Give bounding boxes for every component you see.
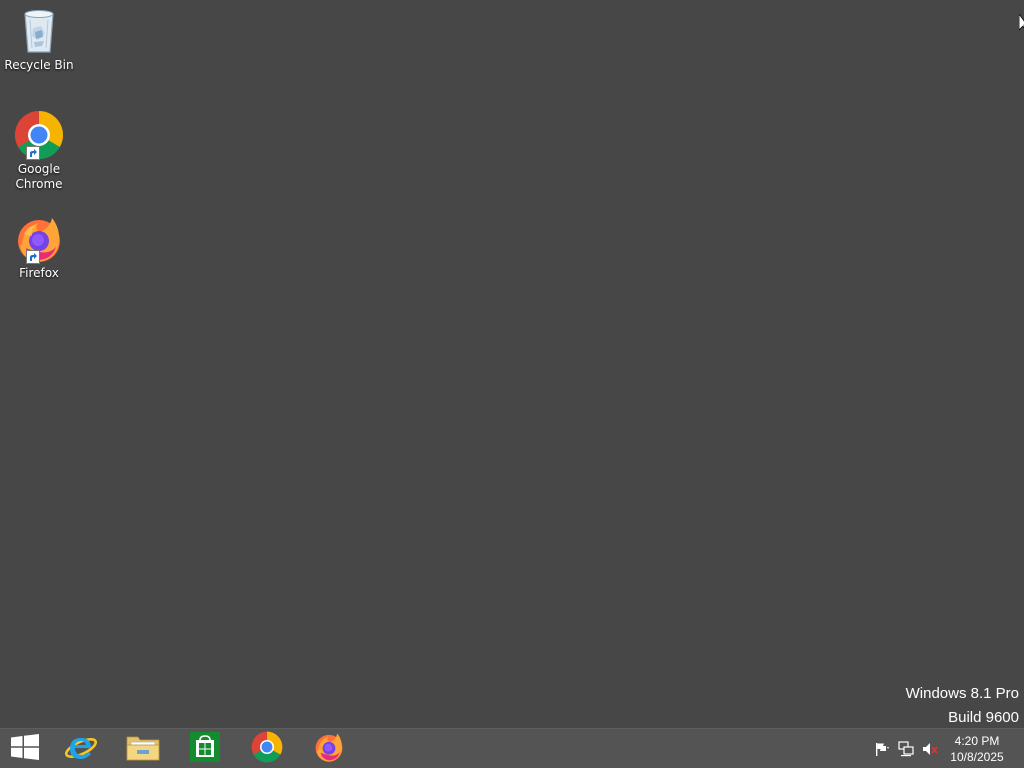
watermark-build: Build 9600 (948, 709, 1019, 726)
store-icon (190, 732, 220, 766)
mouse-cursor-icon (1018, 12, 1024, 36)
desktop-icon-google-chrome[interactable]: Google Chrome (2, 110, 76, 192)
clock-time: 4:20 PM (954, 734, 1000, 748)
taskbar: 4:20 PM 10/8/2025 (0, 728, 1024, 768)
firefox-icon (14, 214, 64, 264)
google-chrome-label: Google Chrome (15, 162, 63, 191)
system-clock[interactable]: 4:20 PM 10/8/2025 (946, 733, 1008, 765)
chrome-icon (251, 731, 283, 767)
start-button[interactable] (0, 729, 50, 768)
recycle-bin-label: Recycle Bin (4, 58, 74, 72)
clock-date: 10/8/2025 (950, 750, 1004, 764)
windows-logo-icon (11, 734, 39, 764)
taskbar-chrome[interactable] (238, 729, 296, 768)
folder-icon (126, 732, 160, 766)
taskbar-firefox[interactable] (300, 729, 358, 768)
volume-muted-icon[interactable] (922, 741, 938, 757)
shortcut-arrow-icon (26, 250, 40, 264)
firefox-label: Firefox (19, 266, 59, 280)
watermark-edition: Windows 8.1 Pro (905, 685, 1019, 702)
taskbar-internet-explorer[interactable] (52, 729, 110, 768)
windows-version-watermark: Windows 8.1 Pro Build 9600 (906, 682, 1019, 730)
chrome-icon (14, 110, 64, 160)
taskbar-store[interactable] (176, 729, 234, 768)
desktop-icon-recycle-bin[interactable]: Recycle Bin (2, 6, 76, 73)
taskbar-file-explorer[interactable] (114, 729, 172, 768)
network-icon[interactable] (898, 741, 914, 757)
firefox-icon (313, 731, 345, 767)
shortcut-arrow-icon (26, 146, 40, 160)
desktop-icon-firefox[interactable]: Firefox (2, 214, 76, 281)
action-center-flag-icon[interactable] (874, 741, 890, 757)
ie-icon (64, 731, 98, 767)
desktop[interactable]: Recycle Bin Google Chrome Firefox Window… (0, 0, 1024, 728)
recycle-bin-icon (14, 6, 64, 56)
